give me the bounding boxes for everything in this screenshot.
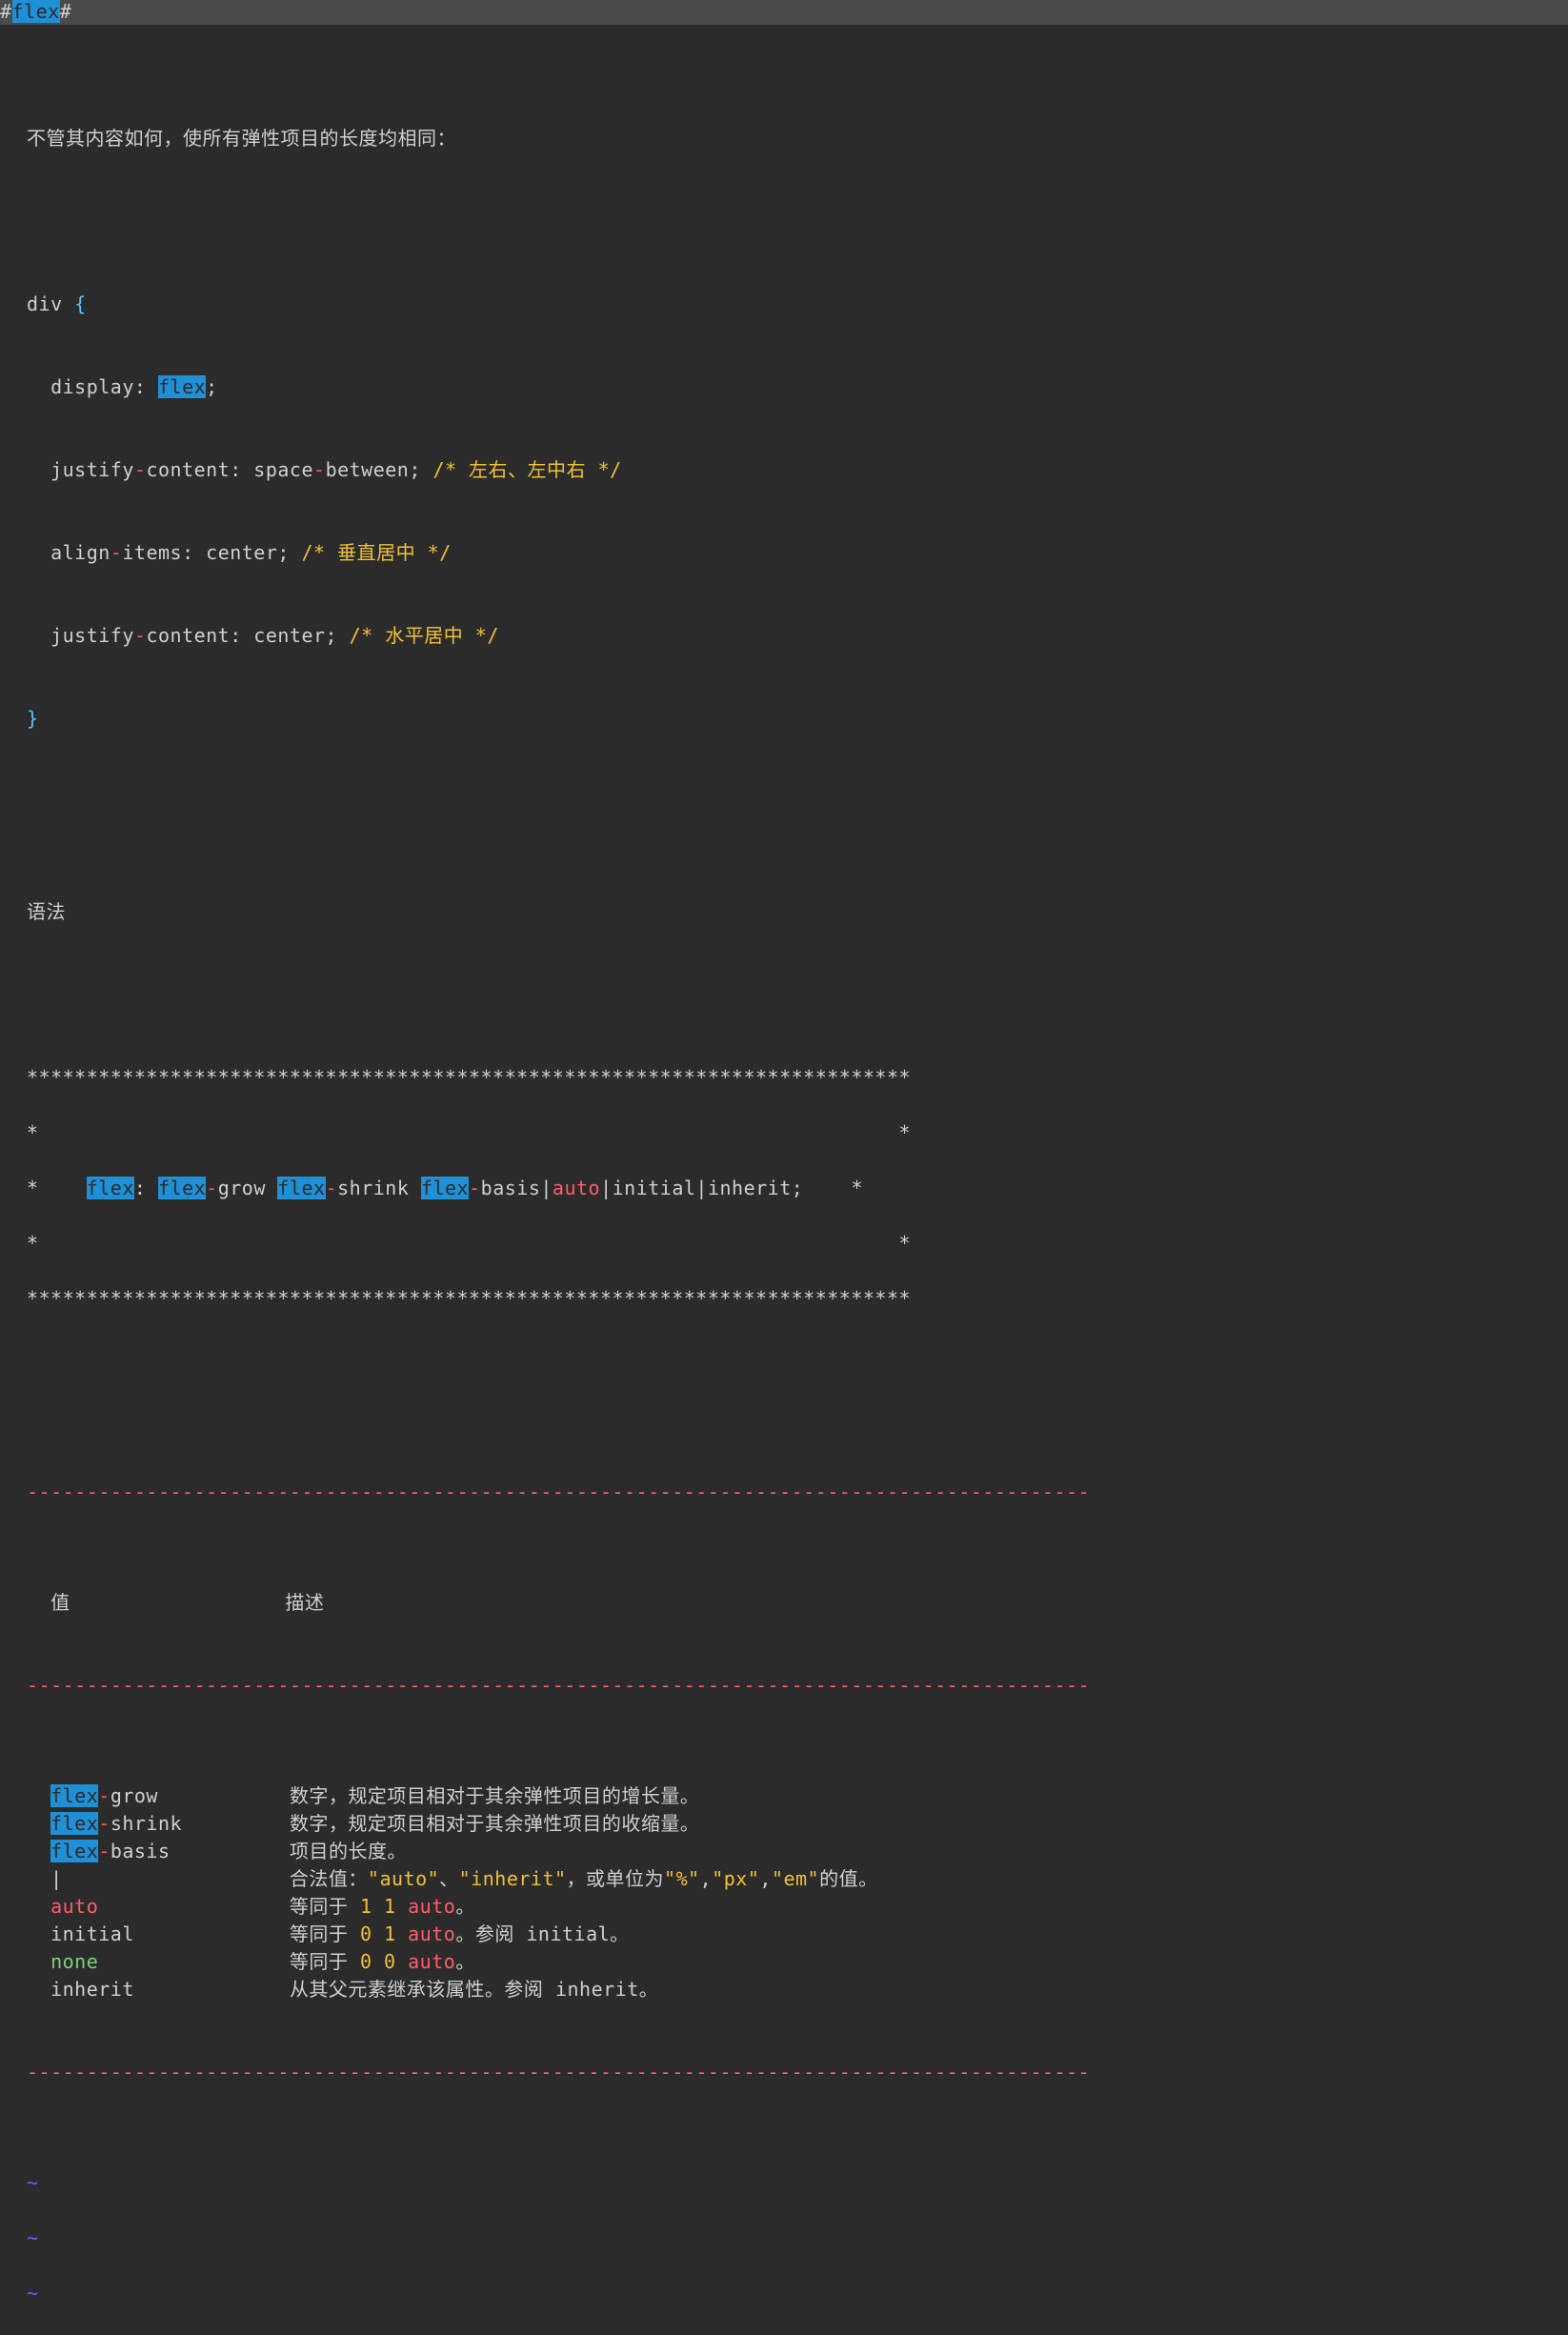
box-pad: * * bbox=[27, 1230, 1541, 1258]
blank-line bbox=[27, 788, 1541, 815]
dash-rule: ----------------------------------------… bbox=[27, 2059, 1541, 2086]
blank-line bbox=[27, 843, 1541, 871]
css-selector-line: div { bbox=[27, 291, 1541, 318]
blank-line bbox=[27, 70, 1541, 97]
table-row: flex-basis 项目的长度。 bbox=[27, 1838, 1541, 1865]
editor-content[interactable]: 不管其内容如何，使所有弹性项目的长度均相同： div { display: fl… bbox=[0, 25, 1568, 2335]
box-syntax-line: * flex: flex-grow flex-shrink flex-basis… bbox=[27, 1175, 1541, 1202]
css-line-justify-center: justify-content: center; /* 水平居中 */ bbox=[27, 622, 1541, 650]
dash-rule: ----------------------------------------… bbox=[27, 1479, 1541, 1506]
highlighted-keyword: flex bbox=[50, 1840, 98, 1862]
css-line-display: display: flex; bbox=[27, 373, 1541, 401]
title-highlight: flex bbox=[12, 0, 60, 23]
table-row: none 等同于 0 0 auto。 bbox=[27, 1948, 1541, 1976]
table-row: flex-grow 数字，规定项目相对于其余弹性项目的增长量。 bbox=[27, 1782, 1541, 1810]
table-row: flex-shrink 数字，规定项目相对于其余弹性项目的收缩量。 bbox=[27, 1810, 1541, 1838]
hash-icon: # bbox=[60, 0, 72, 23]
css-close-brace: } bbox=[27, 705, 1541, 733]
table-row: auto 等同于 1 1 auto。 bbox=[27, 1893, 1541, 1921]
table-row: inherit 从其父元素继承该属性。参阅 inherit。 bbox=[27, 1976, 1541, 2003]
table-row: initial 等同于 0 1 auto。参阅 initial。 bbox=[27, 1921, 1541, 1948]
css-line-justify-between: justify-content: space-between; /* 左右、左中… bbox=[27, 456, 1541, 484]
box-pad: * * bbox=[27, 1119, 1541, 1147]
blank-line bbox=[27, 954, 1541, 981]
hash-icon: # bbox=[0, 0, 12, 23]
intro-text: 不管其内容如何，使所有弹性项目的长度均相同： bbox=[27, 125, 1541, 152]
empty-line-tilde: ~ bbox=[27, 2280, 1541, 2307]
dash-rule: ----------------------------------------… bbox=[27, 1672, 1541, 1700]
table-row: | 合法值："auto"、"inherit"，或单位为"%","px","em"… bbox=[27, 1865, 1541, 1893]
blank-line bbox=[27, 1368, 1541, 1396]
blank-line bbox=[27, 180, 1541, 208]
table-header: 值 描述 bbox=[27, 1589, 1541, 1617]
highlighted-keyword: flex bbox=[50, 1784, 98, 1807]
syntax-heading: 语法 bbox=[27, 898, 1541, 926]
empty-line-tilde: ~ bbox=[27, 2169, 1541, 2197]
empty-line-tilde: ~ bbox=[27, 2224, 1541, 2252]
box-border: ****************************************… bbox=[27, 1285, 1541, 1313]
title-bar: #flex# bbox=[0, 0, 1568, 25]
box-border: ****************************************… bbox=[27, 1064, 1541, 1092]
css-line-align-items: align-items: center; /* 垂直居中 */ bbox=[27, 539, 1541, 567]
highlighted-keyword: flex bbox=[50, 1812, 98, 1835]
